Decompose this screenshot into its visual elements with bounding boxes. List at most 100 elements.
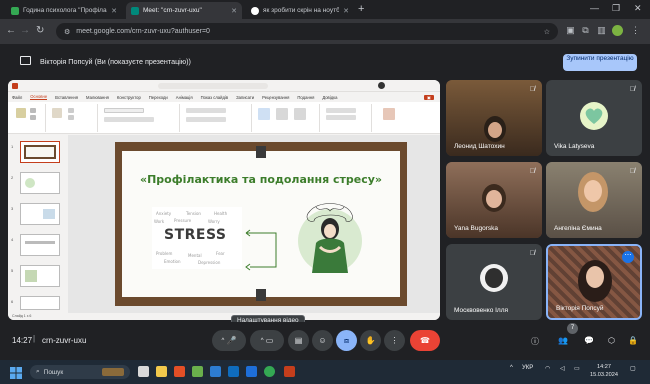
site-info-icon[interactable]: ⚙ xyxy=(64,28,70,36)
reload-icon[interactable]: ↻ xyxy=(36,25,44,36)
ppt-menu-transitions[interactable]: Переходи xyxy=(149,95,168,100)
replace-icon[interactable] xyxy=(326,115,356,120)
tab-psychologist[interactable]: Година психолога "Профілактика ✕ xyxy=(6,2,122,19)
close-tab-icon[interactable]: ✕ xyxy=(231,7,237,15)
tray-chevron-icon[interactable]: ^ xyxy=(510,365,513,371)
new-tab-icon[interactable]: + xyxy=(358,3,364,15)
back-icon[interactable]: ← xyxy=(6,25,16,36)
maximize-icon[interactable]: ❐ xyxy=(612,3,620,14)
ppt-menu-animations[interactable]: Анімація xyxy=(176,95,193,100)
leave-call-button[interactable]: ☎ xyxy=(410,330,440,351)
tab-meet[interactable]: Meet: "crn-zuvr-uxu" ✕ xyxy=(126,2,242,19)
windows-start-icon[interactable] xyxy=(10,366,22,379)
people-icon[interactable]: 👥 xyxy=(558,336,568,345)
ppt-menu-slideshow[interactable]: Показ слайдів xyxy=(201,95,228,100)
bookmark-star-icon[interactable]: ☆ xyxy=(544,28,550,36)
participant-tile[interactable]: 🎙̸ Москвовенко Ілля xyxy=(446,244,542,320)
ppt-user-avatar[interactable] xyxy=(378,82,385,89)
present-button[interactable]: ⧈ xyxy=(336,330,357,351)
captions-button[interactable]: ▤ xyxy=(288,330,309,351)
camera-indicator-icon[interactable]: ▣ xyxy=(565,25,576,36)
stop-presenting-button[interactable]: Зупинити презентацію xyxy=(563,54,637,71)
app-icon[interactable] xyxy=(192,366,203,377)
shapes-icon[interactable] xyxy=(258,108,270,120)
raise-hand-button[interactable]: ✋ xyxy=(360,330,381,351)
ppt-menu-view[interactable]: Подання xyxy=(297,95,314,100)
store-icon[interactable] xyxy=(210,366,221,377)
profile-avatar[interactable] xyxy=(612,25,623,36)
copy-icon[interactable] xyxy=(30,115,36,120)
ppt-menu-help[interactable]: Довідка xyxy=(322,95,337,100)
language-indicator[interactable]: УКР xyxy=(522,365,533,371)
quick-styles-icon[interactable] xyxy=(294,108,306,120)
chevron-up-icon[interactable]: ^ xyxy=(261,338,264,344)
ppt-menu-file[interactable]: Файл xyxy=(12,95,22,100)
close-tab-icon[interactable]: ✕ xyxy=(343,7,349,15)
slide-thumbnail[interactable] xyxy=(20,172,60,194)
sidepanel-icon[interactable]: ▥ xyxy=(596,25,607,36)
arrange-icon[interactable] xyxy=(276,108,288,120)
host-controls-icon[interactable]: 🔒 xyxy=(628,336,638,345)
wifi-icon[interactable]: ◠ xyxy=(545,365,550,372)
emoji-button[interactable]: ☺ xyxy=(312,330,333,351)
slide-thumbnail[interactable] xyxy=(20,265,60,287)
layout-icon[interactable] xyxy=(68,108,74,113)
font-format-buttons[interactable] xyxy=(104,117,154,122)
participant-tile[interactable]: 🎙̸ Vika Latyseva xyxy=(546,80,642,156)
forward-icon[interactable]: → xyxy=(20,25,30,36)
chrome-icon[interactable] xyxy=(264,366,275,377)
camera-control[interactable]: ^ ▭ xyxy=(250,330,284,351)
align-buttons[interactable] xyxy=(186,117,226,122)
participant-tile-self[interactable]: ⋯ Вікторія Попсуй xyxy=(546,244,642,320)
slide-thumbnail[interactable] xyxy=(20,203,60,225)
participant-tile[interactable]: 🎙̸ Леонид Шатохин xyxy=(446,80,542,156)
find-icon[interactable] xyxy=(326,108,356,113)
ppt-menu-design[interactable]: Конструктор xyxy=(117,95,141,100)
font-name-field[interactable] xyxy=(104,108,144,113)
taskbar-search[interactable]: ⌕ Пошук xyxy=(30,365,130,379)
activities-icon[interactable]: ⬡ xyxy=(608,336,615,345)
info-icon[interactable]: ⓘ xyxy=(531,336,539,347)
cut-icon[interactable] xyxy=(30,108,36,113)
participant-tile[interactable]: 🎙̸ Ангеліна Ємина xyxy=(546,162,642,238)
file-explorer-icon[interactable] xyxy=(156,366,167,377)
tab-google-search[interactable]: як зробити скрін на ноутбуці ✕ xyxy=(246,2,354,19)
slide-thumbnail[interactable] xyxy=(20,296,60,310)
ppt-search-box[interactable] xyxy=(158,83,268,89)
slide-thumbnail[interactable] xyxy=(20,234,60,256)
ppt-menu-insert[interactable]: Вставлення xyxy=(55,95,78,100)
edge-icon[interactable] xyxy=(228,366,239,377)
current-slide[interactable]: «Профілактика та подолання стресу» Anxie… xyxy=(115,142,407,306)
ppt-share-button[interactable]: ▣ xyxy=(424,94,434,100)
address-bar[interactable]: ⚙ meet.google.com/crn-zuvr-uxu?authuser=… xyxy=(56,23,558,40)
close-tab-icon[interactable]: ✕ xyxy=(111,7,117,15)
more-options-icon[interactable]: ⋯ xyxy=(622,251,634,263)
battery-icon[interactable]: ▭ xyxy=(574,365,580,372)
ppt-menu-record[interactable]: Записати xyxy=(236,95,254,100)
ppt-menu-review[interactable]: Рецензування xyxy=(262,95,289,100)
extensions-icon[interactable]: ⧉ xyxy=(580,25,591,36)
powerpoint-icon[interactable] xyxy=(284,366,295,377)
close-window-icon[interactable]: ✕ xyxy=(634,3,642,14)
minimize-icon[interactable]: — xyxy=(590,3,599,13)
chat-icon[interactable]: 💬 xyxy=(584,336,594,345)
microphone-icon[interactable]: 🎤 xyxy=(227,336,237,345)
ppt-menu-draw[interactable]: Малювання xyxy=(86,95,109,100)
reset-icon[interactable] xyxy=(68,115,74,120)
word-icon[interactable] xyxy=(246,366,257,377)
designer-icon[interactable] xyxy=(383,108,395,120)
menu-kebab-icon[interactable]: ⋮ xyxy=(630,25,641,36)
notifications-icon[interactable]: ▢ xyxy=(630,365,636,372)
slide-thumbnail[interactable] xyxy=(20,141,60,163)
camera-icon[interactable]: ▭ xyxy=(266,336,274,345)
chevron-up-icon[interactable]: ^ xyxy=(221,338,224,344)
task-view-icon[interactable] xyxy=(138,366,149,377)
paste-icon[interactable] xyxy=(16,108,26,118)
mic-control[interactable]: ^ 🎤 xyxy=(212,330,246,351)
volume-icon[interactable]: ◁ xyxy=(560,365,565,372)
participant-tile[interactable]: 🎙̸ Yana Bugorska xyxy=(446,162,542,238)
taskbar-clock[interactable]: 14:27 15.03.2024 xyxy=(590,363,618,379)
more-options-button[interactable]: ⋮ xyxy=(384,330,405,351)
new-slide-icon[interactable] xyxy=(52,108,62,118)
list-buttons[interactable] xyxy=(186,108,226,113)
